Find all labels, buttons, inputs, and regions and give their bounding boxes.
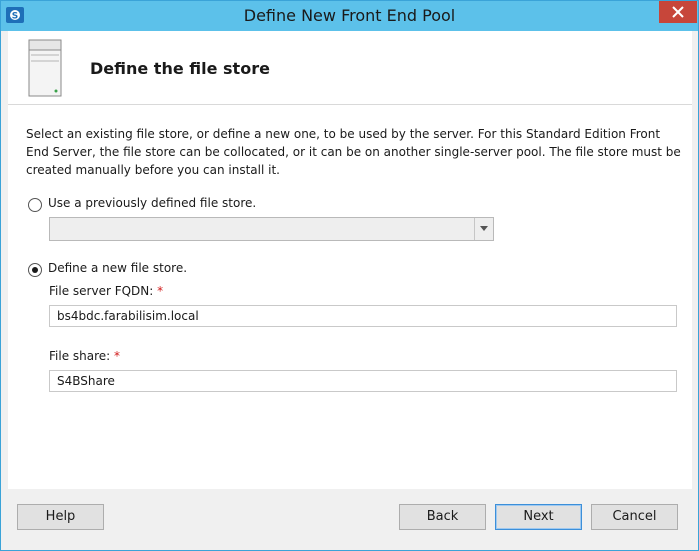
chevron-down-icon — [480, 226, 488, 231]
server-icon — [28, 39, 62, 97]
description-text: Select an existing file store, or define… — [26, 127, 681, 177]
define-new-radio[interactable] — [28, 263, 42, 277]
close-button[interactable] — [659, 1, 697, 23]
use-existing-label[interactable]: Use a previously defined file store. — [48, 196, 256, 210]
wizard-content: Select an existing file store, or define… — [8, 105, 692, 489]
define-new-label[interactable]: Define a new file store. — [48, 261, 187, 275]
page-title: Define the file store — [90, 59, 270, 78]
required-marker: * — [157, 284, 164, 298]
back-button[interactable]: Back — [399, 504, 486, 530]
next-button[interactable]: Next — [495, 504, 582, 530]
cancel-button[interactable]: Cancel — [591, 504, 678, 530]
file-share-label-text: File share: — [49, 349, 111, 363]
window-title: Define New Front End Pool — [243, 6, 456, 25]
title-bar[interactable]: S Define New Front End Pool — [1, 1, 698, 31]
dialog-window: S Define New Front End Pool Define the f… — [0, 0, 699, 551]
wizard-header: Define the file store — [8, 31, 692, 105]
fqdn-label: File server FQDN: * — [49, 284, 163, 298]
file-share-input[interactable]: S4BShare — [49, 370, 677, 392]
required-marker: * — [114, 349, 121, 363]
help-button[interactable]: Help — [17, 504, 104, 530]
radio-selected-dot — [32, 267, 38, 273]
existing-file-store-dropdown[interactable] — [49, 217, 494, 241]
file-share-label: File share: * — [49, 349, 120, 363]
use-existing-radio[interactable] — [28, 198, 42, 212]
fqdn-input[interactable]: bs4bdc.farabilisim.local — [49, 305, 677, 327]
wizard-footer: Help Back Next Cancel — [8, 489, 692, 544]
dropdown-arrow[interactable] — [474, 218, 493, 240]
close-icon — [672, 6, 684, 18]
fqdn-label-text: File server FQDN: — [49, 284, 154, 298]
